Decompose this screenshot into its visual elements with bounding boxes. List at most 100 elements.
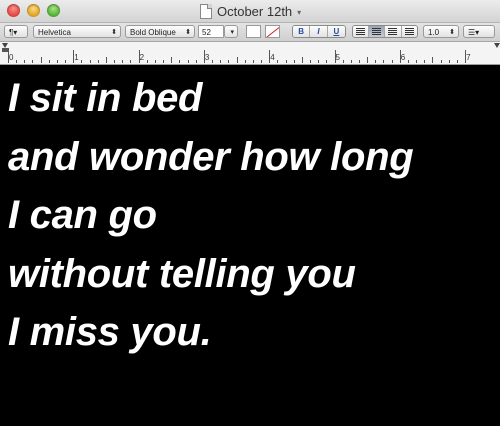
ruler-tick (449, 60, 450, 63)
bold-button[interactable]: B (293, 26, 311, 37)
window-title[interactable]: October 12th ▾ (200, 3, 301, 19)
zoom-window-button[interactable] (47, 4, 60, 17)
ruler-tick (8, 50, 9, 63)
ruler-tick (163, 60, 164, 63)
font-family-popup[interactable]: Helvetica ⬍ (33, 25, 121, 38)
line-spacing-popup[interactable]: 1.0 ⬍ (423, 25, 459, 38)
ruler-number: 3 (204, 53, 210, 62)
ruler-tick (310, 60, 311, 63)
ruler-tick (294, 60, 295, 63)
ruler-tick (188, 60, 189, 63)
text-line: I sit in bed (8, 76, 203, 120)
ruler-tick (261, 60, 262, 63)
underline-button[interactable]: U (327, 26, 345, 37)
list-style-label: ☰▾ (468, 28, 480, 37)
ruler-tick (392, 60, 393, 63)
ruler-tick (130, 60, 131, 63)
font-size-field[interactable]: 52 (198, 25, 224, 38)
font-style-popup[interactable]: Bold Oblique ⬍ (125, 25, 195, 38)
align-justify-icon (404, 28, 414, 35)
ruler-tick (81, 60, 82, 63)
align-justify-button[interactable] (401, 26, 417, 37)
ruler-tick (465, 50, 466, 63)
ruler-tick (400, 50, 401, 63)
align-center-button[interactable] (368, 26, 386, 37)
chevron-updown-icon: ⬍ (449, 29, 455, 36)
text-line: I miss you. (8, 310, 212, 354)
title-bar: October 12th ▾ (0, 0, 500, 23)
ruler-tick (457, 60, 458, 63)
paragraph-style-label: ¶▾ (9, 28, 18, 37)
format-toolbar: ¶▾ Helvetica ⬍ Bold Oblique ⬍ 52 ▾ B I U (0, 23, 500, 42)
ruler-tick (302, 57, 303, 63)
ruler-tick (359, 60, 360, 63)
ruler-tick (367, 57, 368, 63)
align-left-icon (355, 28, 365, 35)
font-family-label: Helvetica (38, 28, 71, 37)
ruler-tick (139, 50, 140, 63)
ruler-tick (326, 60, 327, 63)
ruler-tick (41, 57, 42, 63)
ruler-tick (245, 60, 246, 63)
ruler-tick (253, 60, 254, 63)
text-editor-window: October 12th ▾ ¶▾ Helvetica ⬍ Bold Obliq… (0, 0, 500, 426)
ruler-tick (16, 60, 17, 63)
ruler-tick (147, 60, 148, 63)
minimize-window-button[interactable] (27, 4, 40, 17)
text-color-well[interactable] (246, 25, 261, 38)
window-title-text: October 12th (217, 3, 293, 19)
ruler-tick (318, 60, 319, 63)
right-indent-marker[interactable] (494, 43, 500, 48)
ruler-tick (155, 60, 156, 63)
ruler-tick (277, 60, 278, 63)
ruler-tick (335, 50, 336, 63)
ruler-tick (98, 60, 99, 63)
align-left-button[interactable] (353, 26, 369, 37)
ruler-number: 1 (74, 53, 79, 62)
list-style-popup[interactable]: ☰▾ (463, 25, 495, 38)
ruler-tick (237, 57, 238, 63)
ruler-tick (114, 60, 115, 63)
align-right-icon (388, 28, 398, 35)
ruler-number: 6 (400, 53, 406, 62)
font-size-value: 52 (202, 28, 211, 37)
paragraph-style-popup[interactable]: ¶▾ (4, 25, 28, 38)
ruler-number: 5 (335, 53, 340, 62)
alignment-buttons (352, 25, 418, 38)
ruler[interactable]: 0 1 2 3 4 5 6 7 (0, 42, 500, 65)
text-line: I can go (8, 193, 157, 237)
text-line: and wonder how long (8, 135, 414, 179)
ruler-tick (351, 60, 352, 63)
ruler-tick (408, 60, 409, 63)
ruler-tick (122, 60, 123, 63)
ruler-tick (106, 57, 107, 63)
document-icon (200, 3, 212, 19)
font-size-dropdown-button[interactable]: ▾ (224, 25, 238, 38)
text-line: without telling you (8, 252, 356, 296)
document-text-area[interactable]: I sit in bed and wonder how long I can g… (0, 65, 500, 426)
ruler-tick (65, 60, 66, 63)
ruler-tick (441, 60, 442, 63)
align-right-button[interactable] (385, 26, 402, 37)
ruler-number: 4 (270, 53, 275, 62)
ruler-tick (90, 60, 91, 63)
ruler-tick (204, 50, 205, 63)
chevron-updown-icon: ⬍ (185, 29, 191, 36)
ruler-tick (49, 60, 50, 63)
line-spacing-label: 1.0 (428, 28, 440, 37)
italic-button[interactable]: I (310, 26, 328, 37)
close-window-button[interactable] (7, 4, 20, 17)
title-menu-arrow-icon[interactable]: ▾ (297, 8, 301, 17)
ruler-tick (32, 60, 33, 63)
text-style-buttons: B I U (292, 25, 346, 38)
ruler-number: 0 (9, 53, 14, 62)
ruler-tick (179, 60, 180, 63)
font-style-label: Bold Oblique (130, 28, 176, 37)
ruler-tick (171, 57, 172, 63)
ruler-tick (375, 60, 376, 63)
highlight-color-well[interactable] (265, 25, 280, 38)
ruler-number: 7 (466, 53, 471, 62)
ruler-tick (73, 50, 74, 63)
ruler-tick (286, 60, 287, 63)
ruler-tick (212, 60, 213, 63)
